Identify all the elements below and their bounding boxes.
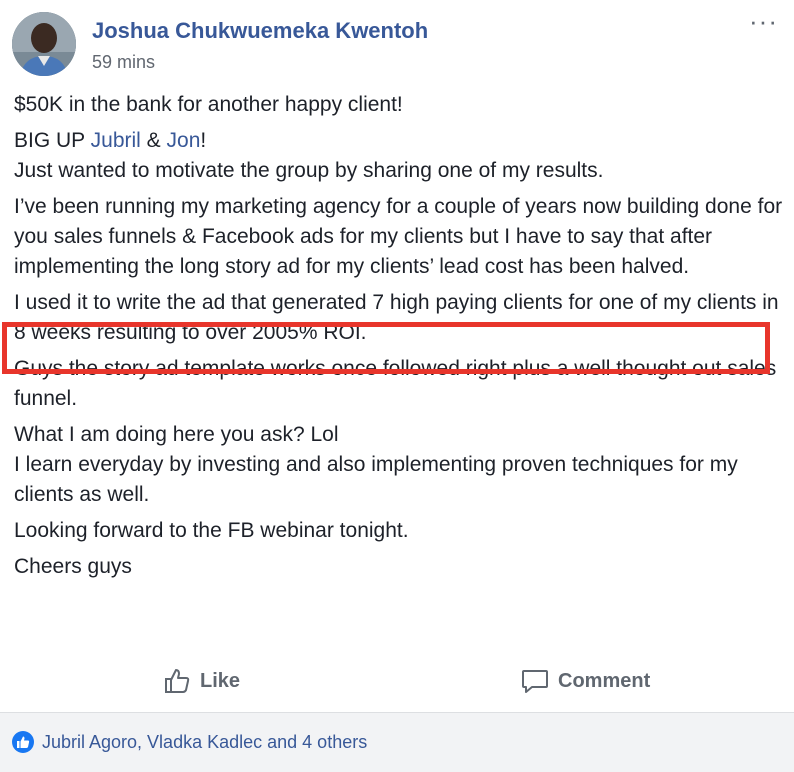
avatar[interactable] <box>12 12 76 76</box>
post-text: I learn everyday by investing and also i… <box>14 453 738 506</box>
mention-link[interactable]: Jon <box>167 129 201 152</box>
comment-icon <box>522 670 548 693</box>
like-label: Like <box>200 669 241 692</box>
reactions-text: Jubril Agoro, Vladka Kadlec and 4 others <box>42 731 368 752</box>
post-timestamp[interactable]: 59 mins <box>92 52 155 73</box>
thumbs-up-icon <box>165 669 190 693</box>
post-paragraph: Cheers guys <box>14 555 132 578</box>
avatar-image <box>12 12 76 76</box>
post-paragraph: Looking forward to the FB webinar tonigh… <box>14 519 409 542</box>
post-actions-bar: Like Comment <box>0 652 794 708</box>
post-text: & <box>140 129 167 152</box>
comment-label: Comment <box>558 669 651 692</box>
post-text: Just wanted to motivate the group by sha… <box>14 159 604 182</box>
mention-link[interactable]: Jubril <box>91 129 141 152</box>
post-paragraph: $50K in the bank for another happy clien… <box>14 93 403 116</box>
post-paragraph: What I am doing here you ask? Lol I lear… <box>14 420 784 510</box>
author-name[interactable]: Joshua Chukwuemeka Kwentoh <box>92 18 428 44</box>
like-reaction-icon <box>12 731 34 753</box>
like-button[interactable]: Like <box>162 666 240 696</box>
post-paragraph: I’ve been running my marketing agency fo… <box>14 195 783 278</box>
reactions-summary[interactable]: Jubril Agoro, Vladka Kadlec and 4 others <box>12 731 367 753</box>
post-header: Joshua Chukwuemeka Kwentoh 59 mins ··· <box>12 8 782 78</box>
post-text: BIG UP <box>14 129 91 152</box>
post-text: What I am doing here you ask? Lol <box>14 423 339 446</box>
post-footer: Jubril Agoro, Vladka Kadlec and 4 others <box>0 712 794 772</box>
post-paragraph: BIG UP Jubril & Jon! Just wanted to moti… <box>14 126 784 186</box>
facebook-post: Joshua Chukwuemeka Kwentoh 59 mins ··· $… <box>0 0 794 772</box>
comment-button[interactable]: Comment <box>520 666 650 696</box>
more-options-icon[interactable]: ··· <box>749 8 778 34</box>
red-highlight-box <box>2 322 770 374</box>
post-text: ! <box>200 129 207 152</box>
